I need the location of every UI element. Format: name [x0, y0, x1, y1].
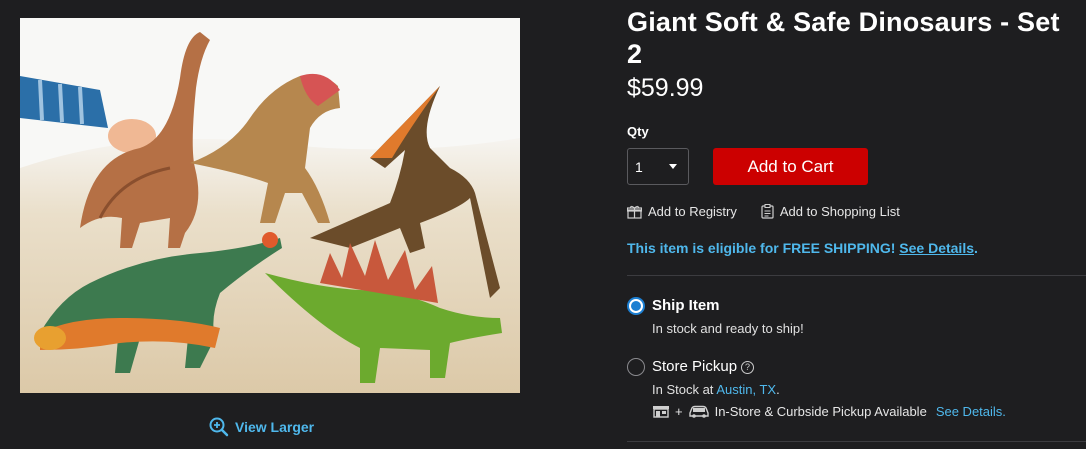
free-shipping-message: This item is eligible for FREE SHIPPING!…: [627, 240, 978, 256]
clipboard-icon: [761, 204, 774, 219]
add-to-shopping-list-link[interactable]: Add to Shopping List: [761, 204, 900, 219]
ship-item-status: In stock and ready to ship!: [652, 321, 804, 336]
qty-dropdown[interactable]: 1: [627, 148, 689, 185]
store-pickup-radio[interactable]: [627, 358, 645, 376]
gift-icon: [627, 205, 642, 219]
product-title: Giant Soft & Safe Dinosaurs - Set 2: [627, 7, 1060, 69]
chevron-down-icon: [669, 164, 677, 169]
ship-item-radio[interactable]: [627, 297, 645, 315]
store-pickup-option[interactable]: Store Pickup?: [652, 358, 755, 375]
pickup-availability: + In-Store & Curbside Pickup Available S…: [652, 404, 1006, 419]
divider: [627, 441, 1086, 442]
dinosaur-toys-illustration: [20, 18, 520, 393]
zoom-in-icon: [209, 417, 229, 437]
stock-prefix: In Stock at: [652, 382, 714, 397]
store-stock-status: In Stock at Austin, TX.: [652, 382, 780, 397]
plus-sign: +: [675, 404, 683, 419]
free-shipping-text: This item is eligible for FREE SHIPPING!: [627, 240, 896, 256]
add-to-cart-button[interactable]: Add to Cart: [713, 148, 868, 185]
stock-period: .: [776, 382, 780, 397]
qty-value: 1: [635, 158, 643, 175]
view-larger-label: View Larger: [235, 419, 315, 435]
help-icon[interactable]: ?: [741, 360, 755, 374]
add-to-shopping-list-label: Add to Shopping List: [779, 204, 900, 219]
car-icon: [688, 405, 709, 418]
shipping-see-details-link[interactable]: See Details: [899, 240, 974, 256]
free-shipping-period: .: [974, 240, 978, 256]
pickup-see-details-link[interactable]: See Details.: [936, 404, 1006, 419]
pickup-availability-text: In-Store & Curbside Pickup Available: [714, 404, 927, 419]
registry-actions: Add to Registry Add to Shopping List: [627, 204, 900, 219]
store-location-link[interactable]: Austin, TX: [716, 382, 776, 397]
divider: [627, 275, 1086, 276]
store-pickup-label: Store Pickup: [652, 358, 738, 375]
ship-item-label[interactable]: Ship Item: [652, 297, 720, 314]
qty-label: Qty: [627, 124, 649, 139]
product-image[interactable]: [20, 18, 520, 393]
add-to-registry-label: Add to Registry: [648, 204, 737, 219]
store-icon: [653, 406, 669, 418]
product-price: $59.99: [627, 74, 704, 102]
view-larger-link[interactable]: View Larger: [209, 417, 314, 437]
add-to-registry-link[interactable]: Add to Registry: [627, 204, 737, 219]
